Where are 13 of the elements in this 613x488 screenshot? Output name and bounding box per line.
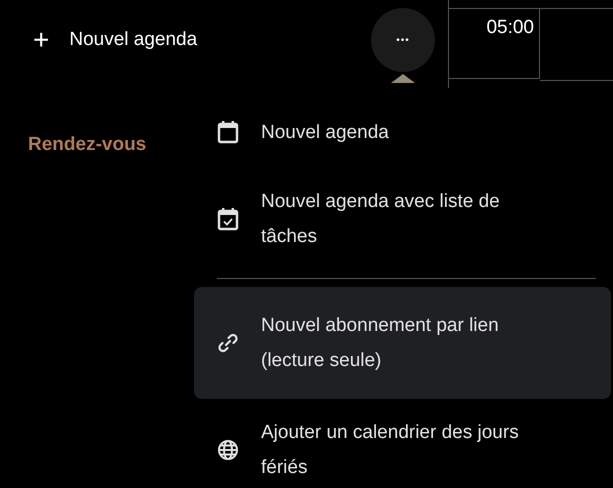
section-title: Rendez-vous [28, 134, 146, 156]
calendar-check-icon [217, 207, 239, 231]
calendar-icon [217, 120, 239, 144]
globe-icon [217, 439, 239, 461]
new-calendar-button[interactable]: + Nouvel agenda [0, 0, 371, 80]
menu-item[interactable]: Nouvel abonnement par lien (lecture seule) [194, 287, 611, 399]
popup-arrow-icon [391, 74, 415, 83]
time-label: 05:00 [486, 17, 534, 39]
menu-item[interactable]: Nouvel agenda [194, 96, 611, 168]
menu-item[interactable]: Ajouter un calendrier des jours fériés [194, 399, 611, 488]
menu-item[interactable]: Nouvel agenda avec liste de tâches [194, 168, 611, 270]
link-icon [217, 332, 239, 354]
more-button[interactable]: ••• [371, 8, 435, 72]
